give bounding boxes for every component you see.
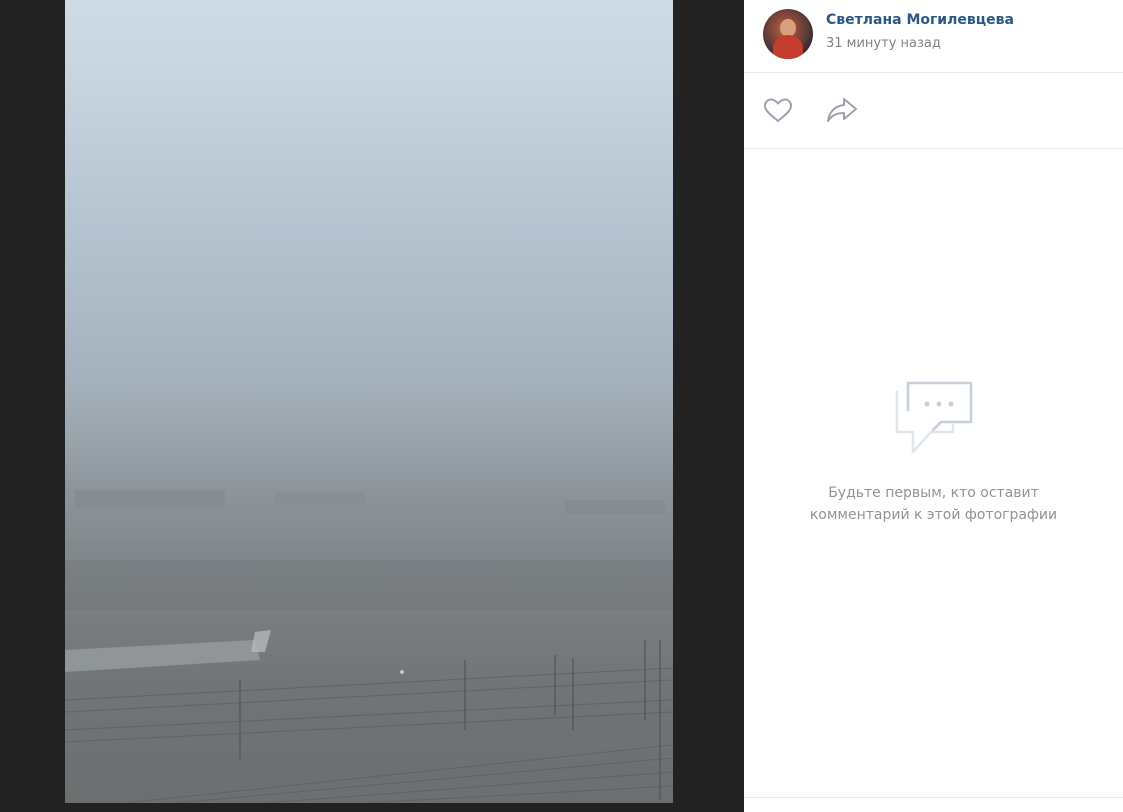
empty-comments: Будьте первым, кто оставит комментарий к… xyxy=(744,380,1123,526)
photo-ground-details xyxy=(65,480,673,803)
divider xyxy=(744,797,1123,798)
share-button[interactable] xyxy=(825,94,859,128)
empty-comments-line-2: комментарий к этой фотографии xyxy=(809,507,1058,523)
comments-bubble-icon xyxy=(895,381,972,454)
actions-bar xyxy=(744,73,1123,149)
share-arrow-icon xyxy=(827,98,857,122)
photo-area[interactable] xyxy=(0,0,744,812)
avatar-shirt xyxy=(773,35,803,59)
author-name-link[interactable]: Светлана Могилевцева xyxy=(826,12,1014,28)
photo-viewer: Светлана Могилевцева 31 минуту назад Буд… xyxy=(0,0,1123,812)
heart-icon xyxy=(764,98,792,122)
avatar[interactable] xyxy=(763,9,813,59)
empty-comments-text: Будьте первым, кто оставит комментарий к… xyxy=(744,482,1123,526)
empty-comments-line-1: Будьте первым, кто оставит xyxy=(828,485,1039,501)
author-block: Светлана Могилевцева 31 минуту назад xyxy=(744,0,1123,73)
foggy-landscape-photo[interactable] xyxy=(65,0,673,803)
post-time[interactable]: 31 минуту назад xyxy=(826,36,941,51)
side-panel: Светлана Могилевцева 31 минуту назад Буд… xyxy=(744,0,1123,812)
like-button[interactable] xyxy=(761,94,795,128)
